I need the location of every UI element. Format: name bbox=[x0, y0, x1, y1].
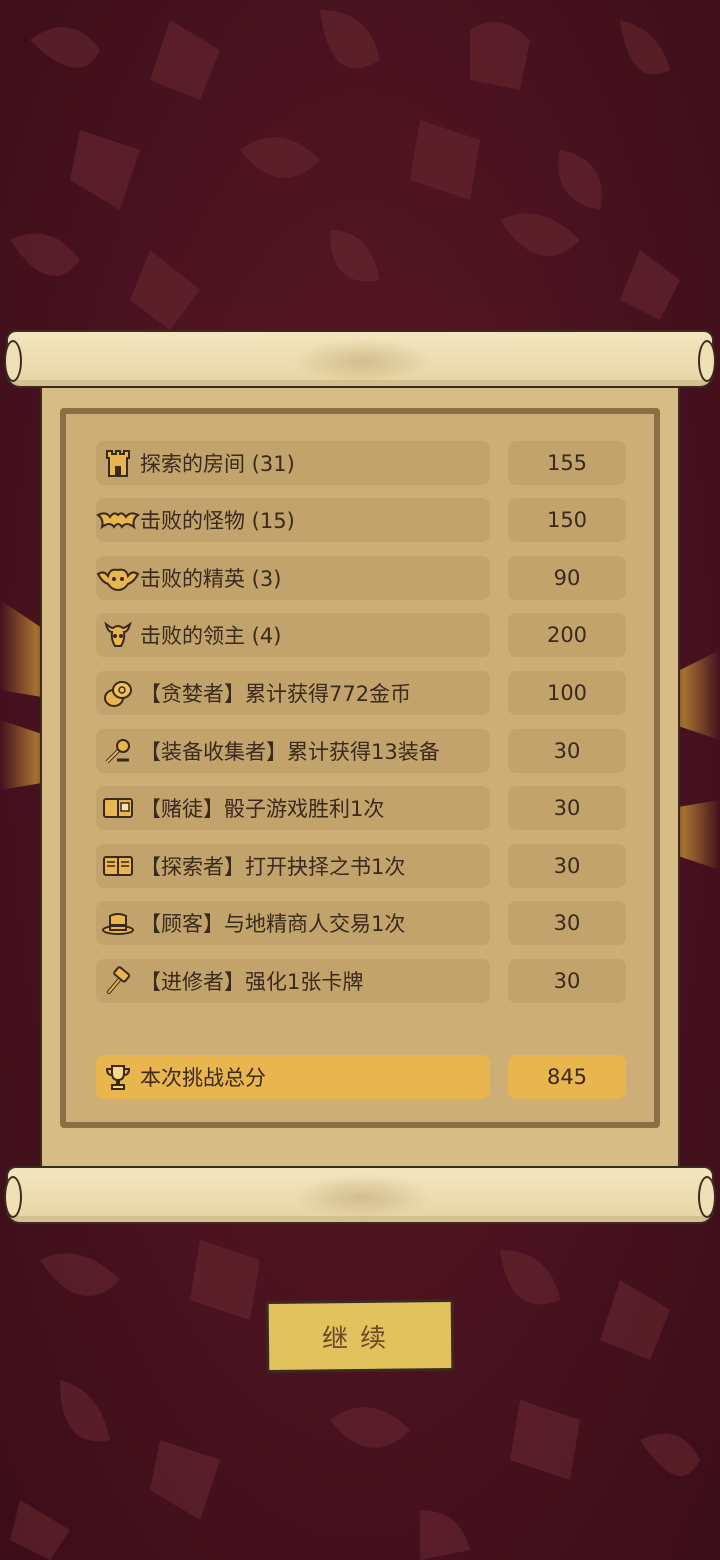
score-row-greedy: 【贪婪者】累计获得772金币 100 bbox=[96, 671, 628, 715]
score-row-monsters: 击败的怪物 (15) 150 bbox=[96, 498, 628, 542]
row-label: 【赌徒】骰子游戏胜利1次 bbox=[140, 797, 385, 821]
trophy-icon bbox=[96, 1055, 140, 1099]
row-score: 30 bbox=[508, 729, 626, 773]
score-row-gambler: 【赌徒】骰子游戏胜利1次 30 bbox=[96, 786, 628, 830]
score-row-customer: 【顾客】与地精商人交易1次 30 bbox=[96, 901, 628, 945]
gold-coins-icon bbox=[96, 671, 140, 715]
dice-book-icon bbox=[96, 786, 140, 830]
score-row-collector: 【装备收集者】累计获得13装备 30 bbox=[96, 729, 628, 773]
equipment-icon bbox=[96, 729, 140, 773]
total-label: 本次挑战总分 bbox=[140, 1066, 266, 1090]
score-row-explorer: 【探索者】打开抉择之书1次 30 bbox=[96, 844, 628, 888]
row-label: 【顾客】与地精商人交易1次 bbox=[140, 912, 406, 936]
score-row-trainee: 【进修者】强化1张卡牌 30 bbox=[96, 959, 628, 1003]
row-score: 90 bbox=[508, 556, 626, 600]
scroll-bottom-roll bbox=[4, 1166, 716, 1224]
total-score: 845 bbox=[508, 1055, 626, 1099]
book-icon bbox=[96, 844, 140, 888]
row-label: 【探索者】打开抉择之书1次 bbox=[140, 855, 406, 879]
row-label: 击败的领主 (4) bbox=[140, 624, 282, 648]
hammer-icon bbox=[96, 959, 140, 1003]
row-score: 200 bbox=[508, 613, 626, 657]
row-label: 【装备收集者】累计获得13装备 bbox=[140, 740, 440, 764]
score-row-rooms: 探索的房间 (31) 155 bbox=[96, 441, 628, 485]
tower-icon bbox=[96, 441, 140, 485]
row-score: 30 bbox=[508, 786, 626, 830]
score-row-lords: 击败的领主 (4) 200 bbox=[96, 613, 628, 657]
total-score-row: 本次挑战总分 845 bbox=[96, 1055, 628, 1099]
row-label: 击败的精英 (3) bbox=[140, 567, 282, 591]
bat-icon bbox=[96, 498, 140, 542]
continue-button[interactable]: 继续 bbox=[265, 1299, 455, 1373]
score-row-elites: 击败的精英 (3) 90 bbox=[96, 556, 628, 600]
row-label: 【贪婪者】累计获得772金币 bbox=[140, 682, 412, 706]
scroll-top-roll bbox=[4, 330, 716, 388]
top-hat-icon bbox=[96, 901, 140, 945]
row-score: 150 bbox=[508, 498, 626, 542]
row-label: 【进修者】强化1张卡牌 bbox=[140, 970, 364, 994]
row-score: 100 bbox=[508, 671, 626, 715]
row-score: 30 bbox=[508, 959, 626, 1003]
row-label: 击败的怪物 (15) bbox=[140, 509, 295, 533]
row-score: 30 bbox=[508, 844, 626, 888]
demon-bat-icon bbox=[96, 556, 140, 600]
row-score: 30 bbox=[508, 901, 626, 945]
horned-skull-icon bbox=[96, 613, 140, 657]
row-label: 探索的房间 (31) bbox=[140, 452, 295, 476]
row-score: 155 bbox=[508, 441, 626, 485]
